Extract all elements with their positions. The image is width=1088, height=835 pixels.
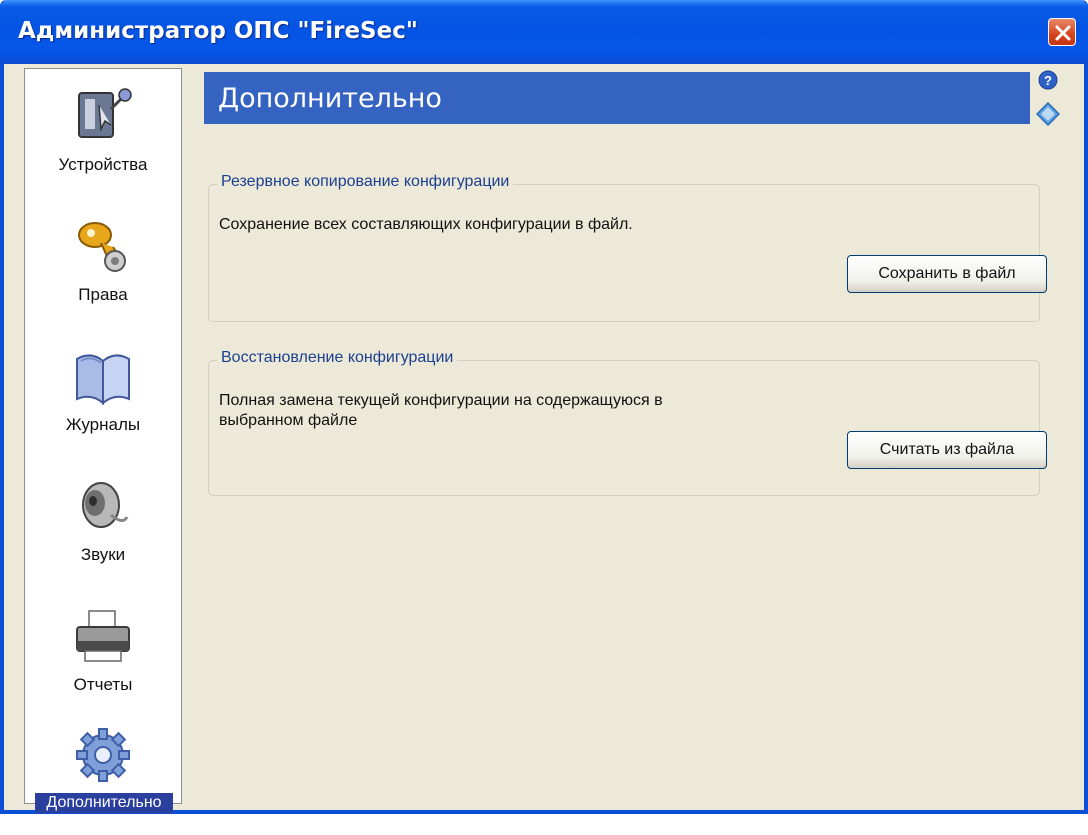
navigate-diamond-icon[interactable]: [1036, 102, 1060, 126]
sidebar: Устройства Права Журналы Звуки Отчеты До…: [24, 68, 182, 813]
devices-icon: [78, 88, 132, 138]
sidebar-item-journals[interactable]: Журналы: [25, 337, 181, 457]
close-icon: [1055, 25, 1071, 41]
restore-group: Восстановление конфигурации Полная замен…: [208, 349, 1047, 496]
close-button[interactable]: [1048, 18, 1076, 46]
sidebar-item-label: Отчеты: [73, 675, 133, 694]
sidebar-item-reports[interactable]: Отчеты: [25, 597, 181, 717]
backup-group: Резервное копирование конфигурации Сохра…: [208, 173, 1047, 322]
help-icon[interactable]: ?: [1038, 70, 1058, 90]
restore-description-line-2: выбранном файле: [219, 412, 358, 429]
restore-description-line-1: Полная замена текущей конфигурации на со…: [219, 392, 663, 409]
save-to-file-button[interactable]: Сохранить в файл: [847, 255, 1047, 293]
sidebar-item-label: Устройства: [58, 155, 148, 174]
speaker-icon: [82, 482, 129, 528]
sidebar-item-rights[interactable]: Права: [25, 207, 181, 327]
sidebar-item-sounds[interactable]: Звуки: [25, 467, 181, 587]
svg-text:?: ?: [1044, 73, 1052, 88]
sidebar-item-label: Звуки: [80, 545, 126, 564]
backup-group-title: Резервное копирование конфигурации: [217, 173, 514, 191]
page-header: Дополнительно: [204, 72, 1030, 124]
keys-icon: [78, 222, 126, 272]
title-bar[interactable]: Администратор ОПС "FireSec": [0, 0, 1088, 64]
sidebar-item-advanced[interactable]: Дополнительно: [25, 715, 181, 835]
printer-icon: [76, 610, 130, 662]
backup-description: Сохранение всех составляющих конфигураци…: [219, 216, 633, 233]
sidebar-item-label: Права: [78, 285, 128, 304]
sidebar-item-label: Журналы: [65, 415, 141, 434]
window-title: Администратор ОПС "FireSec": [18, 18, 418, 44]
book-icon: [76, 354, 130, 406]
sidebar-item-devices[interactable]: Устройства: [25, 77, 181, 197]
sidebar-item-label: Дополнительно: [35, 793, 173, 813]
restore-group-title: Восстановление конфигурации: [217, 349, 458, 367]
load-from-file-button[interactable]: Считать из файла: [847, 431, 1047, 469]
page-title: Дополнительно: [218, 83, 442, 114]
gear-icon: [76, 728, 130, 782]
